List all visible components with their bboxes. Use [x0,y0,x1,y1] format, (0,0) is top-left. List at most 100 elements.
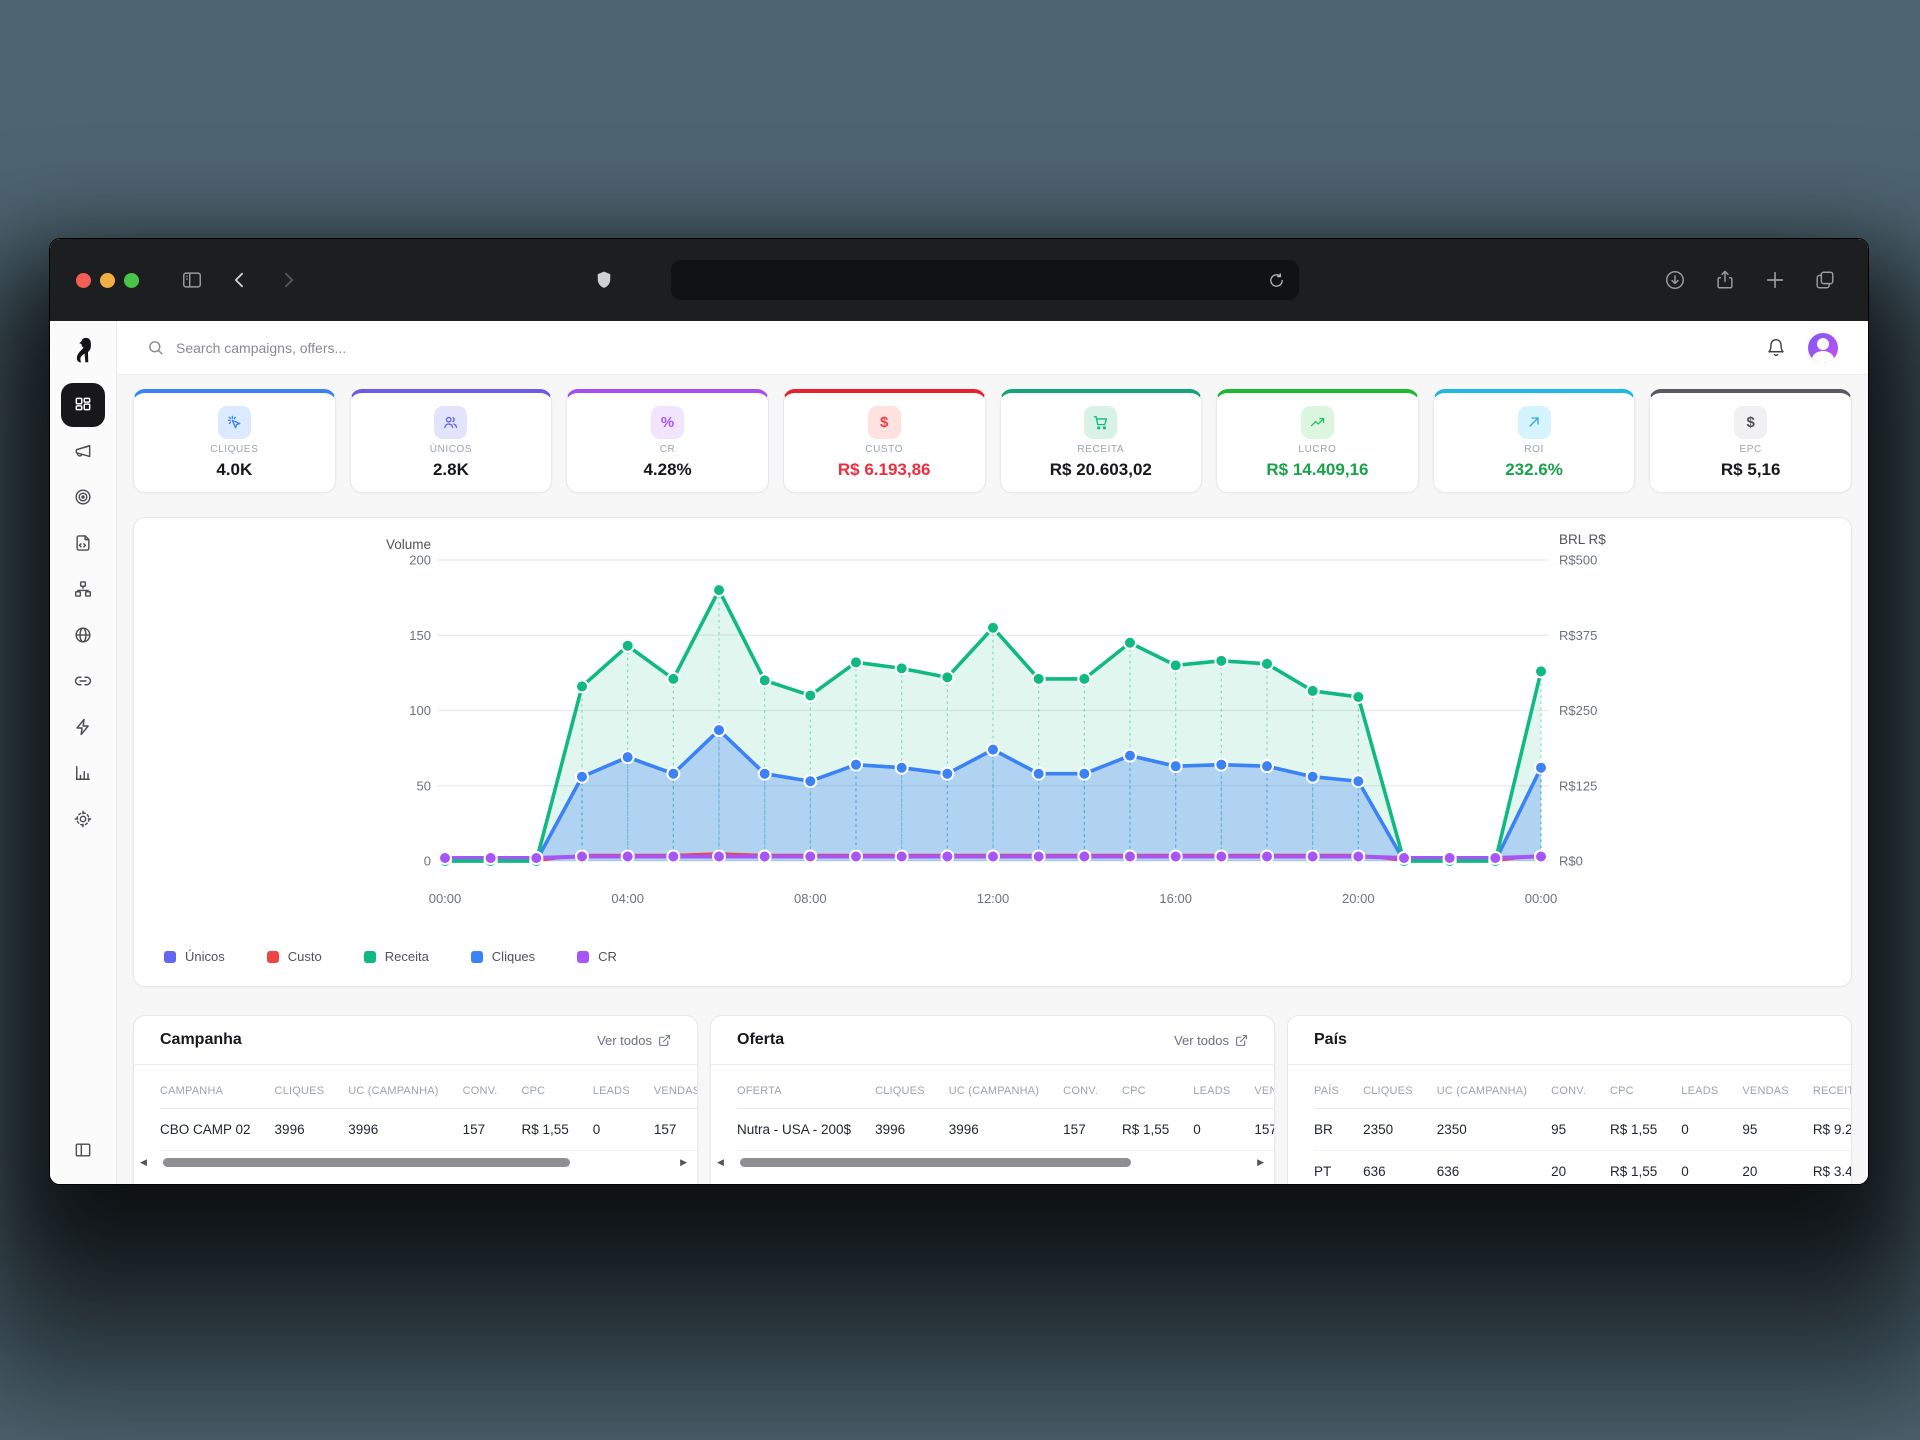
column-header: VENDAS [1742,1071,1812,1109]
legend-item-cliques[interactable]: Cliques [471,949,535,964]
legend-item-receita[interactable]: Receita [364,949,429,964]
kpi-card-custo[interactable]: $ CUSTO R$ 6.193,86 [783,389,986,493]
svg-text:R$250: R$250 [1559,703,1597,718]
table-cell: 0 [1681,1109,1742,1151]
column-header: VENDAS [1254,1071,1274,1109]
campanha-card: Campanha Ver todos CAMPANHACLIQUESUC (CA… [133,1015,698,1185]
volume-chart-card: 0R$050R$125100R$250150R$375200R$500Volum… [133,517,1852,987]
sidebar-item-flows-network-icon[interactable] [61,567,105,611]
horizontal-scrollbar[interactable]: ◀▶ [134,1151,697,1167]
column-header: CONV. [463,1071,522,1109]
legend-item-únicos[interactable]: Únicos [164,949,225,964]
sidebar-item-links-icon[interactable] [61,659,105,703]
kpi-card-unicos[interactable]: ÚNICOS 2.8K [350,389,553,493]
kpi-value: 2.8K [433,460,469,480]
table-cell: BR [1314,1109,1363,1151]
table-cell: 3996 [275,1109,349,1151]
share-icon[interactable] [1708,263,1742,297]
campanha-table[interactable]: CAMPANHACLIQUESUC (CAMPANHA)CONV.CPCLEAD… [160,1071,697,1151]
legend-item-cr[interactable]: CR [577,949,617,964]
column-header: CPC [521,1071,592,1109]
url-bar[interactable] [671,260,1299,300]
new-tab-icon[interactable] [1758,263,1792,297]
table-cell: 95 [1551,1109,1610,1151]
zoom-window-button[interactable] [124,273,139,288]
legend-swatch [471,951,483,963]
dollar-icon: $ [868,406,901,439]
browser-titlebar [50,239,1868,321]
table-cell: 157 [654,1109,697,1151]
sidebar-item-target-icon[interactable] [61,475,105,519]
sidebar-item-reports-bar-chart-icon[interactable] [61,751,105,795]
oferta-table[interactable]: OFERTACLIQUESUC (CAMPANHA)CONV.CPCLEADSV… [737,1071,1274,1151]
reload-icon[interactable] [1265,269,1287,291]
percent-icon: % [651,406,684,439]
external-link-icon [658,1034,671,1047]
back-button[interactable] [223,263,257,297]
traffic-lights [76,273,139,288]
arrow-up-right-icon [1518,406,1551,439]
table-cell: R$ 1,55 [1122,1109,1193,1151]
table-cell: 3996 [875,1109,949,1151]
svg-text:08:00: 08:00 [794,891,827,906]
table-row[interactable]: BR2350235095R$ 1,55095R$ 9.288,09 [1314,1109,1851,1151]
search-input[interactable] [176,340,596,356]
svg-text:16:00: 16:00 [1159,891,1192,906]
svg-text:20:00: 20:00 [1342,891,1375,906]
svg-text:00:00: 00:00 [429,891,462,906]
sidebar-item-campaigns-megaphone-icon[interactable] [61,429,105,473]
close-window-button[interactable] [76,273,91,288]
collapse-sidebar-icon[interactable] [61,1128,105,1172]
table-row[interactable]: PT63663620R$ 1,55020R$ 3.484,10 [1314,1151,1851,1186]
column-header: CLIQUES [875,1071,949,1109]
table-cell: R$ 1,55 [521,1109,592,1151]
legend-swatch [577,951,589,963]
horizontal-scrollbar[interactable]: ◀▶ [711,1151,1274,1167]
kpi-card-cliques[interactable]: CLIQUES 4.0K [133,389,336,493]
sidebar-item-automation-zap-icon[interactable] [61,705,105,749]
user-avatar[interactable] [1808,333,1838,363]
downloads-icon[interactable] [1658,263,1692,297]
table-row[interactable]: Nutra - USA - 200$39963996157R$ 1,550157 [737,1109,1274,1151]
browser-sidebar-toggle-icon[interactable] [175,263,209,297]
table-cell: 2350 [1363,1109,1437,1151]
sidebar-item-landing-file-code-icon[interactable] [61,521,105,565]
ver-todos-link[interactable]: Ver todos [597,1033,671,1048]
kpi-value: 4.28% [643,460,691,480]
sidebar-item-settings-gear-icon[interactable] [61,797,105,841]
forward-button[interactable] [271,263,305,297]
kpi-label: LUCRO [1298,444,1336,455]
notifications-bell-icon[interactable] [1766,338,1786,358]
tab-overview-icon[interactable] [1808,263,1842,297]
minimize-window-button[interactable] [100,273,115,288]
kpi-card-lucro[interactable]: LUCRO R$ 14.409,16 [1216,389,1419,493]
chart-legend: Únicos Custo Receita Cliques CR [134,941,1851,964]
svg-text:00:00: 00:00 [1525,891,1558,906]
browser-window: CLIQUES 4.0K ÚNICOS 2.8K % CR 4.28% [49,238,1869,1185]
privacy-shield-icon[interactable] [587,263,621,297]
legend-item-custo[interactable]: Custo [267,949,322,964]
dog-logo[interactable] [66,333,100,367]
column-header: PAÍS [1314,1071,1363,1109]
kpi-card-epc[interactable]: $ EPC R$ 5,16 [1649,389,1852,493]
table-cell: R$ 3.484,10 [1813,1151,1851,1186]
table-cell: Nutra - USA - 200$ [737,1109,875,1151]
ver-todos-link[interactable]: Ver todos [1174,1033,1248,1048]
column-header: LEADS [1681,1071,1742,1109]
svg-text:R$500: R$500 [1559,553,1597,568]
column-header: OFERTA [737,1071,875,1109]
column-header: LEADS [593,1071,654,1109]
sidebar-item-domains-globe-icon[interactable] [61,613,105,657]
kpi-card-cr[interactable]: % CR 4.28% [566,389,769,493]
column-header: CAMPANHA [160,1071,275,1109]
legend-swatch [364,951,376,963]
table-cell: 95 [1742,1109,1812,1151]
sidebar-item-dashboard[interactable] [61,383,105,427]
kpi-card-roi[interactable]: ROI 232.6% [1433,389,1636,493]
column-header: LEADS [1193,1071,1254,1109]
kpi-card-receita[interactable]: RECEITA R$ 20.603,02 [1000,389,1203,493]
table-row[interactable]: CBO CAMP 0239963996157R$ 1,550157R [160,1109,697,1151]
pais-table[interactable]: PAÍSCLIQUESUC (CAMPANHA)CONV.CPCLEADSVEN… [1314,1071,1851,1185]
shopping-cart-icon [1084,406,1117,439]
kpi-value: R$ 6.193,86 [838,460,931,480]
